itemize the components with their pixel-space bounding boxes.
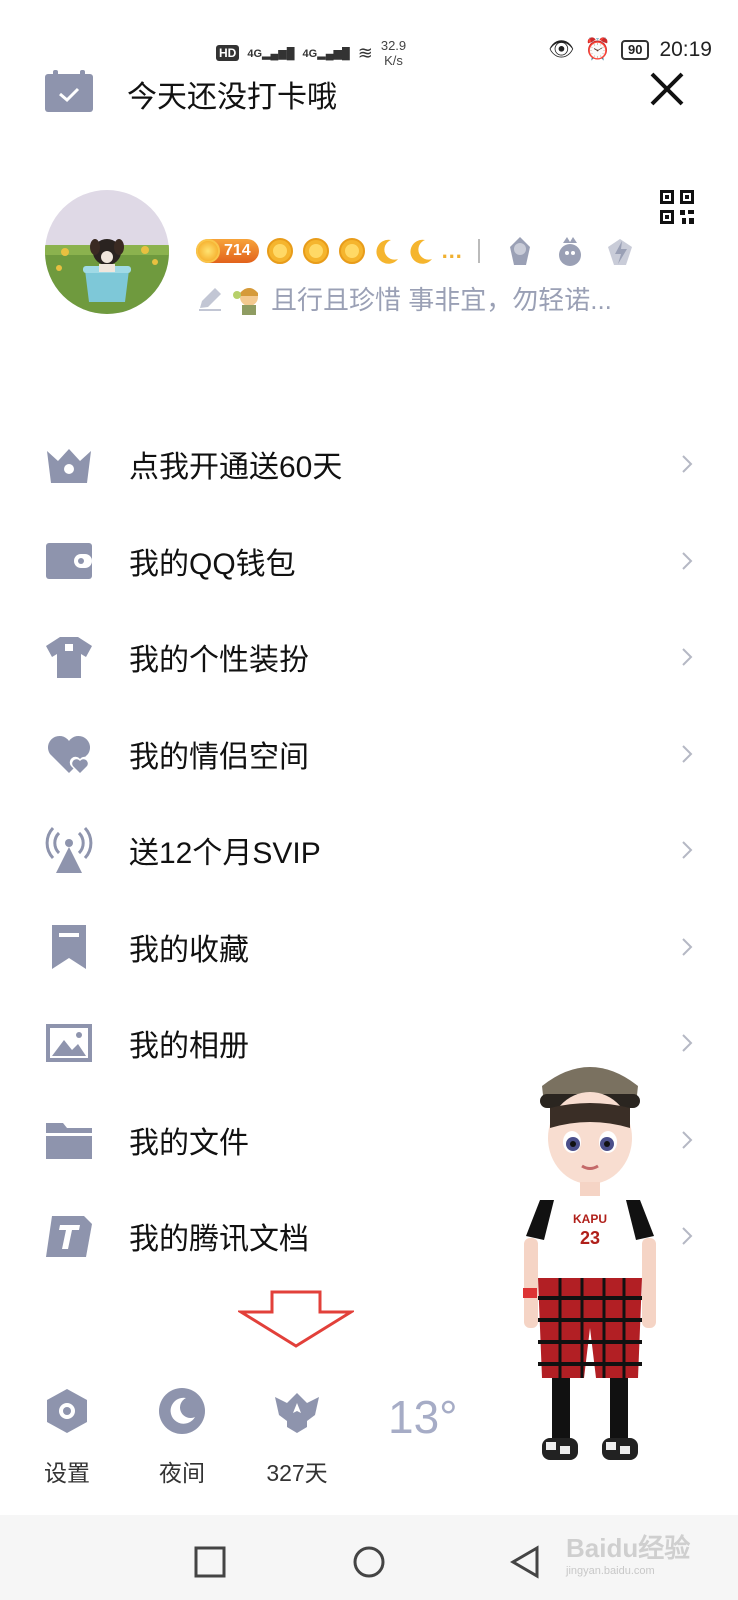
hearts-icon (47, 735, 91, 775)
signal-4g-1: 4G▂▄▆█ (247, 47, 295, 60)
settings-hexagon-icon (47, 1389, 87, 1433)
wallet-icon (46, 542, 92, 579)
chevron-right-icon (682, 938, 693, 956)
crown-icon (47, 449, 91, 484)
watermark: Baidu经验 jingyan.baidu.com (566, 1533, 691, 1577)
penguin-crown-icon (558, 237, 581, 266)
checkin-prompt[interactable]: 今天还没打卡哦 (127, 72, 337, 116)
signature-row[interactable]: 且行且珍惜 事非宜，勿轻诺... (197, 280, 612, 317)
weather-temperature[interactable]: 13° (388, 1390, 458, 1444)
shirt-number: 23 (580, 1228, 600, 1248)
menu-item-theme[interactable]: 我的个性装扮 (0, 609, 738, 706)
menu-item-favorites[interactable]: 我的收藏 (0, 899, 738, 996)
eye-icon: 👁 (548, 38, 575, 61)
moon-level-icon (376, 239, 398, 264)
shirt-text: KAPU (573, 1212, 607, 1226)
back-icon[interactable] (508, 1545, 542, 1579)
menu-item-vip[interactable]: 点我开通送60天 (0, 416, 738, 513)
clock-time: 20:19 (659, 38, 712, 61)
shirt-icon (46, 637, 92, 679)
edit-pencil-icon[interactable] (197, 286, 223, 312)
night-label: 夜间 (159, 1460, 205, 1486)
avatar-figure[interactable]: KAPU 23 (520, 1058, 660, 1498)
menu-item-couple[interactable]: 我的情侣空间 (0, 706, 738, 803)
chevron-right-icon (682, 648, 693, 666)
chevron-right-icon (682, 1034, 693, 1052)
bookmark-icon (52, 924, 86, 969)
sun-level-icon (266, 238, 293, 264)
chevron-right-icon (682, 745, 693, 763)
menu-label: 我的相册 (129, 1030, 249, 1064)
menu-label: 我的情侣空间 (129, 740, 309, 774)
night-mode-button[interactable]: 夜间 (142, 1387, 222, 1488)
level-badges[interactable]: 714 … (196, 233, 638, 269)
coin-icon (196, 239, 220, 263)
coin-level-badge: 714 (196, 239, 259, 263)
menu-item-svip[interactable]: 送12个月SVIP (0, 802, 738, 899)
settings-label: 设置 (44, 1460, 90, 1486)
active-days-button[interactable]: 327天 (257, 1387, 337, 1488)
moon-level-icon (410, 239, 432, 264)
divider (477, 239, 480, 263)
down-arrow-annotation (238, 1290, 354, 1348)
hd-badge: HD (216, 45, 240, 61)
menu-label: 我的个性装扮 (129, 644, 309, 678)
chevron-right-icon (682, 1227, 693, 1245)
close-icon[interactable] (648, 70, 686, 108)
menu-label: 我的腾讯文档 (129, 1223, 309, 1257)
sun-level-icon (338, 238, 365, 264)
signature-text: 且行且珍惜 事非宜，勿轻诺... (271, 285, 612, 315)
status-right: 👁 ⏰ 90 20:19 (548, 38, 712, 62)
settings-button[interactable]: 设置 (27, 1387, 107, 1488)
home-icon[interactable] (352, 1545, 386, 1579)
qr-code-icon[interactable] (660, 190, 694, 224)
winged-badge-icon (275, 1393, 319, 1433)
more-levels-indicator: … (440, 238, 464, 263)
days-label: 327天 (266, 1460, 328, 1486)
network-speed: 32.9 K/s (380, 38, 407, 68)
menu-label: 点我开通送60天 (129, 451, 343, 485)
status-emoji-icon (233, 287, 258, 315)
menu-label: 我的文件 (129, 1126, 249, 1160)
menu-label: 我的QQ钱包 (129, 547, 296, 581)
lightning-badge-icon (607, 239, 632, 265)
status-bar: HD 4G▂▄▆█ 4G▂▄▆█ ≋ 32.9 K/s 👁 ⏰ 90 20:19 (0, 0, 738, 80)
chevron-right-icon (682, 455, 693, 473)
avatar[interactable] (45, 190, 169, 314)
doc-icon (46, 1216, 92, 1258)
menu-label: 我的收藏 (129, 933, 249, 967)
moon-icon (159, 1388, 205, 1434)
menu-item-wallet[interactable]: 我的QQ钱包 (0, 513, 738, 610)
image-icon (46, 1024, 92, 1063)
status-left: HD 4G▂▄▆█ 4G▂▄▆█ ≋ 32.9 K/s (216, 38, 406, 68)
folder-icon (46, 1122, 92, 1159)
chevron-right-icon (682, 552, 693, 570)
signal-4g-2: 4G▂▄▆█ (302, 47, 350, 60)
broadcast-icon (45, 827, 93, 874)
wifi-icon: ≋ (357, 42, 373, 63)
menu-label: 送12个月SVIP (129, 837, 321, 871)
chevron-right-icon (682, 841, 693, 859)
recent-apps-icon[interactable] (193, 1545, 227, 1579)
battery-indicator: 90 (620, 40, 650, 60)
chevron-right-icon (682, 1131, 693, 1149)
sun-level-icon (302, 238, 329, 264)
alarm-icon: ⏰ (584, 38, 611, 61)
penguin-vip-icon (509, 237, 530, 265)
calendar-check-icon[interactable] (45, 70, 93, 112)
